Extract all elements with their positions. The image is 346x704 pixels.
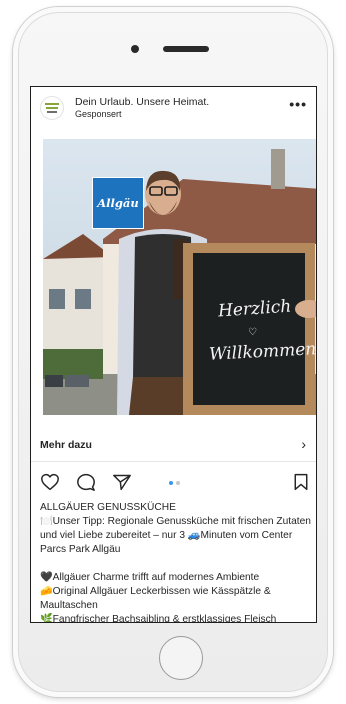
front-camera — [131, 45, 139, 53]
account-name[interactable]: Dein Urlaub. Unsere Heimat. — [75, 96, 209, 108]
more-horizontal-icon[interactable]: ••• — [289, 96, 307, 112]
share-icon[interactable] — [112, 473, 132, 496]
account-avatar[interactable] — [40, 96, 64, 120]
photo-illustration — [43, 139, 316, 415]
caption-fisch: 🌿Fangfrischer Bachsaibling & erstklassig… — [40, 614, 277, 623]
caption-title: ALLGÄUER GENUSSKÜCHE — [40, 502, 176, 513]
carousel-dot — [176, 481, 180, 485]
caption-original: 🧀Original Allgäuer Leckerbissen wie Käss… — [40, 586, 271, 611]
home-button[interactable] — [159, 636, 203, 680]
heart-doodle-icon: ♡ — [248, 327, 257, 338]
post-photo[interactable]: Allgäu Herzlich ♡ Willkommen — [43, 139, 316, 415]
comment-icon[interactable] — [76, 473, 96, 496]
cta-label[interactable]: Mehr dazu — [40, 439, 92, 451]
instagram-screen: Dein Urlaub. Unsere Heimat. Gesponsert •… — [30, 86, 317, 623]
cta-row[interactable]: Mehr dazu › — [31, 425, 316, 462]
heart-icon[interactable] — [40, 473, 60, 496]
chevron-right-icon[interactable]: › — [301, 436, 306, 452]
earpiece-speaker — [163, 46, 209, 52]
post-caption: ALLGÄUER GENUSSKÜCHE 🍽️Unser Tipp: Regio… — [40, 501, 312, 623]
action-bar — [31, 469, 316, 497]
carousel-indicator — [169, 481, 180, 485]
sponsored-label: Gesponsert — [75, 109, 122, 119]
bookmark-icon[interactable] — [293, 473, 309, 496]
carousel-dot-active — [169, 481, 173, 485]
post-header: Dein Urlaub. Unsere Heimat. Gesponsert •… — [31, 87, 316, 127]
caption-tip: 🍽️Unser Tipp: Regionale Genussküche mit … — [40, 516, 311, 555]
allgaeu-logo: Allgäu — [93, 178, 143, 228]
caption-charme: 🖤Allgäuer Charme trifft auf modernes Amb… — [40, 572, 260, 583]
